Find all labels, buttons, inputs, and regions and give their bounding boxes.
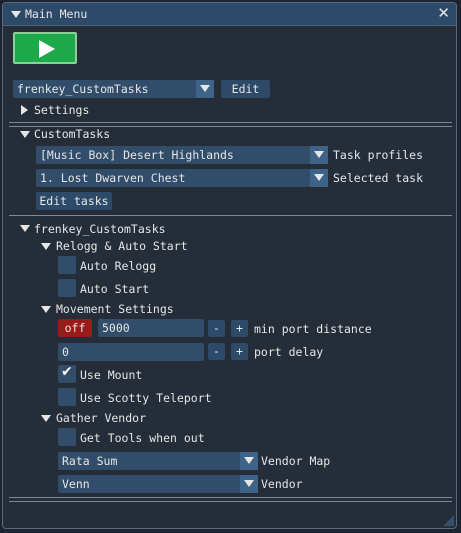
selected-task-value: 1. Lost Dwarven Chest xyxy=(40,171,186,185)
auto-relogg-label: Auto Relogg xyxy=(80,259,157,273)
dropdown-arrow-icon xyxy=(240,475,258,493)
port-delay-input[interactable]: 0 xyxy=(58,343,204,361)
port-delay-label: port delay xyxy=(254,345,324,359)
dropdown-arrow-icon xyxy=(240,452,258,470)
task-profile-select[interactable]: [Music Box] Desert Highlands xyxy=(36,146,328,164)
use-scotty-teleport-checkbox[interactable] xyxy=(58,388,76,406)
divider xyxy=(9,122,452,123)
divider xyxy=(9,501,452,502)
get-tools-label: Get Tools when out xyxy=(80,431,205,445)
auto-relogg-checkbox[interactable] xyxy=(58,256,76,274)
play-icon xyxy=(39,40,55,58)
task-profiles-label: Task profiles xyxy=(333,148,424,162)
auto-start-label: Auto Start xyxy=(80,282,150,296)
collapse-arrow-icon[interactable] xyxy=(41,306,51,313)
start-button[interactable] xyxy=(13,32,77,64)
port-delay-decrement-button[interactable]: - xyxy=(208,343,225,360)
expand-arrow-icon[interactable] xyxy=(21,105,28,115)
port-delay-increment-button[interactable]: + xyxy=(231,343,248,360)
settings-header[interactable]: Settings xyxy=(34,103,89,117)
edit-profile-button[interactable]: Edit xyxy=(221,80,270,98)
profile-select[interactable]: frenkey_CustomTasks xyxy=(13,80,214,98)
gather-vendor-header[interactable]: Gather Vendor xyxy=(56,411,146,425)
auto-start-checkbox[interactable] xyxy=(58,279,76,297)
divider xyxy=(9,215,452,216)
min-port-distance-value: 5000 xyxy=(102,321,130,335)
dropdown-arrow-icon xyxy=(196,80,214,98)
relogg-header[interactable]: Relogg & Auto Start xyxy=(56,239,188,253)
collapse-arrow-icon[interactable] xyxy=(41,415,51,422)
collapse-arrow-icon[interactable] xyxy=(41,243,51,250)
divider xyxy=(9,497,452,498)
checkmark-icon: ✔ xyxy=(61,364,73,380)
profile-select-value: frenkey_CustomTasks xyxy=(17,82,149,96)
vendor-map-value: Rata Sum xyxy=(62,454,118,468)
use-mount-checkbox[interactable]: ✔ xyxy=(58,364,76,383)
window-title: Main Menu xyxy=(25,7,88,21)
vendor-map-select[interactable]: Rata Sum xyxy=(58,452,258,470)
vendor-select[interactable]: Venn xyxy=(58,475,258,493)
dropdown-arrow-icon xyxy=(310,169,328,187)
main-menu-window: Main Menu ✕ frenkey_CustomTasks Edit Set… xyxy=(2,2,457,529)
collapse-arrow-icon[interactable] xyxy=(20,131,30,138)
profile-section-header[interactable]: frenkey_CustomTasks xyxy=(34,222,166,236)
task-profile-value: [Music Box] Desert Highlands xyxy=(40,148,234,162)
collapse-arrow-icon[interactable] xyxy=(20,225,30,232)
vendor-map-label: Vendor Map xyxy=(261,454,331,468)
close-icon[interactable]: ✕ xyxy=(437,4,450,22)
use-mount-label: Use Mount xyxy=(80,368,143,382)
resize-grip-icon[interactable] xyxy=(443,515,454,526)
edit-tasks-button[interactable]: Edit tasks xyxy=(36,192,112,210)
min-port-distance-increment-button[interactable]: + xyxy=(231,320,248,337)
custom-tasks-header[interactable]: CustomTasks xyxy=(34,127,110,141)
collapse-icon[interactable] xyxy=(11,11,21,18)
title-bar[interactable]: Main Menu ✕ xyxy=(3,3,456,26)
movement-header[interactable]: Movement Settings xyxy=(56,302,174,316)
vendor-label: Vendor xyxy=(261,477,303,491)
off-toggle-button[interactable]: off xyxy=(58,319,92,337)
dropdown-arrow-icon xyxy=(310,146,328,164)
port-delay-value: 0 xyxy=(62,345,69,359)
use-scotty-teleport-label: Use Scotty Teleport xyxy=(80,391,212,405)
min-port-distance-decrement-button[interactable]: - xyxy=(208,320,225,337)
get-tools-checkbox[interactable] xyxy=(58,428,76,446)
selected-task-select[interactable]: 1. Lost Dwarven Chest xyxy=(36,169,328,187)
vendor-value: Venn xyxy=(62,477,90,491)
selected-task-label: Selected task xyxy=(333,171,424,185)
min-port-distance-label: min port distance xyxy=(254,322,372,336)
min-port-distance-input[interactable]: 5000 xyxy=(98,319,204,337)
